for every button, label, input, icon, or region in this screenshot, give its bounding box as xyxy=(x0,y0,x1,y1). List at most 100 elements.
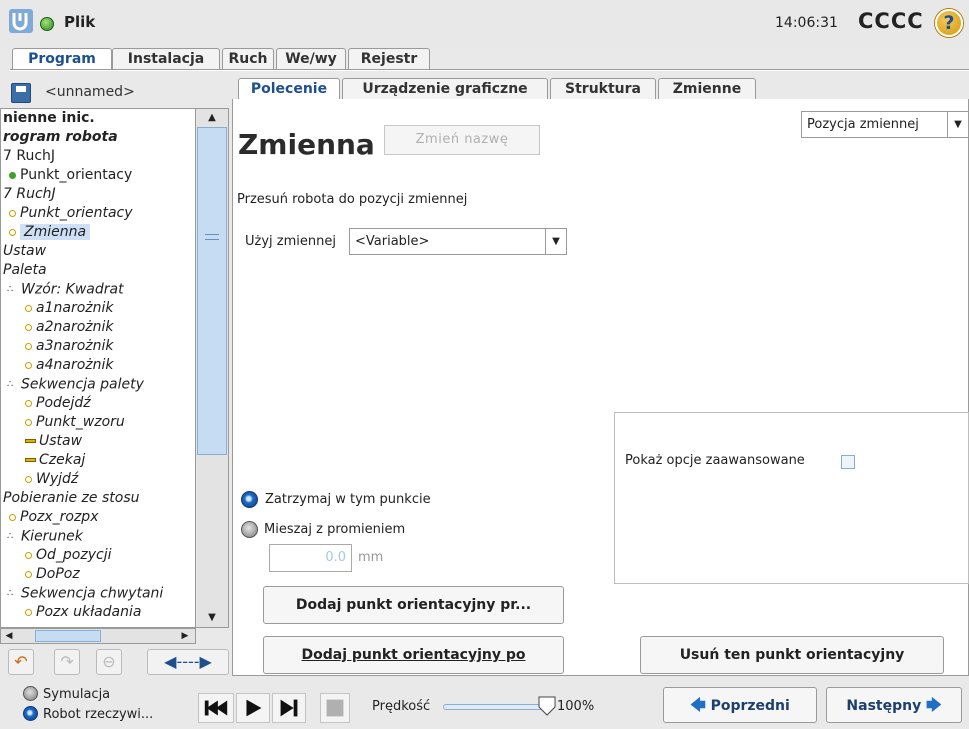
tree-item[interactable]: ∴ Sekwencja chwytani xyxy=(3,584,163,603)
remove-waypoint-button[interactable]: Usuń ten punkt orientacyjny xyxy=(640,636,944,674)
tree-item[interactable]: a1narożnik xyxy=(3,299,113,318)
tab-program[interactable]: Program xyxy=(12,48,112,71)
tree-item[interactable]: ∴ Wzór: Kwadrat xyxy=(3,280,124,299)
tree-item[interactable]: nienne inic. xyxy=(3,109,95,128)
advanced-options-box: Pokaż opcje zaawansowane xyxy=(614,412,969,584)
tab-installation[interactable]: Instalacja xyxy=(112,48,220,70)
tree-item[interactable]: DoPoz xyxy=(3,565,80,584)
tree-item[interactable]: Ustaw xyxy=(3,432,82,451)
next-button[interactable]: Następny 🡆 xyxy=(826,687,962,723)
real-robot-radio[interactable] xyxy=(23,706,38,721)
tree-vertical-scrollbar[interactable]: ▲ ▼ xyxy=(196,108,229,628)
waypoint-icon xyxy=(9,513,16,521)
tree-item[interactable]: Zmienna xyxy=(3,223,91,242)
rename-button[interactable]: Zmień nazwę xyxy=(384,125,540,155)
arrow-right-icon: 🡆 xyxy=(926,696,942,714)
blend-radius-label: Mieszaj z promieniem xyxy=(264,522,406,537)
tab-structure[interactable]: Struktura xyxy=(550,78,656,100)
tab-log[interactable]: Rejestr xyxy=(348,48,430,70)
tree-item[interactable]: Punkt_orientacy xyxy=(3,204,133,223)
tab-io[interactable]: We/wy xyxy=(276,48,346,70)
program-name: <unnamed> xyxy=(45,84,135,100)
tree-item[interactable]: Paleta xyxy=(3,261,47,280)
simulation-label: Symulacja xyxy=(43,687,111,702)
speed-label: Prędkość xyxy=(372,699,431,714)
waypoint-icon xyxy=(25,551,32,559)
file-menu[interactable]: Plik xyxy=(64,13,95,31)
status-dot-icon xyxy=(40,17,54,31)
tree-item[interactable]: ∴ Kierunek xyxy=(3,527,83,546)
set-node-icon xyxy=(25,439,36,443)
undo-icon[interactable]: ↶ xyxy=(8,649,34,675)
simulation-radio[interactable] xyxy=(23,686,38,701)
tree-item[interactable]: Podejdź xyxy=(3,394,91,413)
description-text: Przesuń robota do pozycji zmiennej xyxy=(237,192,468,207)
tree-item[interactable]: rogram robota xyxy=(3,128,118,147)
waypoint-icon xyxy=(25,361,32,369)
tree-item[interactable]: Pozx układania xyxy=(3,603,141,622)
robot-name: CCCC xyxy=(858,9,924,33)
tree-item[interactable]: Wyjdź xyxy=(3,470,78,489)
variable-select[interactable]: <Variable> ▼ xyxy=(349,228,567,255)
speed-slider-thumb-icon[interactable] xyxy=(538,696,556,716)
redo-icon[interactable]: ↷ xyxy=(54,649,80,675)
set-node-icon xyxy=(25,458,36,462)
tree-item-label: DoPoz xyxy=(36,566,80,582)
tree-item-label: Sekwencja chwytani xyxy=(21,585,164,602)
scroll-thumb[interactable] xyxy=(35,630,101,642)
variable-select-value: <Variable> xyxy=(355,234,430,249)
tab-command[interactable]: Polecenie xyxy=(238,78,340,101)
position-type-select[interactable]: Pozycja zmiennej ▼ xyxy=(801,111,969,138)
tree-item[interactable]: Ustaw xyxy=(3,242,46,261)
tree-item-label: Pozx układania xyxy=(36,604,142,620)
stop-at-point-radio[interactable] xyxy=(241,491,258,508)
move-arrows-icon[interactable]: ◀‑‑‑‑▶ xyxy=(147,649,229,675)
tree-horizontal-scrollbar[interactable]: ◀ ▶ xyxy=(0,628,196,644)
add-waypoint-before-button[interactable]: Dodaj punkt orientacyjny pr... xyxy=(263,586,564,624)
real-robot-label: Robot rzeczywi... xyxy=(43,707,154,722)
tree-item[interactable]: Od_pozycji xyxy=(3,546,111,565)
add-waypoint-after-button[interactable]: Dodaj punkt orientacyjny po xyxy=(263,636,564,674)
pattern-node-icon: ∴ xyxy=(7,379,14,390)
previous-button[interactable]: 🡄 Poprzedni xyxy=(663,687,817,723)
program-header: <unnamed> xyxy=(10,80,230,106)
tab-move[interactable]: Ruch xyxy=(222,48,274,70)
tabs-divider xyxy=(10,69,969,71)
scroll-thumb[interactable] xyxy=(197,127,227,455)
blend-radius-input[interactable]: 0.0 xyxy=(269,544,352,572)
tree-item[interactable]: 7 RuchJ xyxy=(3,185,56,204)
tree-item[interactable]: a3narożnik xyxy=(3,337,113,356)
stop-circle-icon[interactable]: ⊖ xyxy=(96,649,122,675)
tree-item[interactable]: Pobieranie ze stosu xyxy=(3,489,140,508)
advanced-options-checkbox[interactable] xyxy=(841,455,855,469)
tab-variables[interactable]: Zmienne xyxy=(658,78,756,100)
tree-item[interactable]: a2narożnik xyxy=(3,318,113,337)
play-icon[interactable] xyxy=(236,693,270,723)
chevron-down-icon[interactable]: ▼ xyxy=(947,112,968,137)
speed-slider[interactable] xyxy=(443,704,543,710)
tree-item[interactable]: a4narożnik xyxy=(3,356,113,375)
scroll-up-icon[interactable]: ▲ xyxy=(196,109,228,127)
tab-graphics[interactable]: Urządzenie graficzne xyxy=(342,78,548,100)
tree-item-label: a3narożnik xyxy=(36,338,114,354)
tree-item-label: Ustaw xyxy=(39,433,83,449)
tree-item[interactable]: 7 RuchJ xyxy=(3,147,55,166)
help-icon[interactable]: ? xyxy=(935,9,963,37)
blend-radius-radio[interactable] xyxy=(241,521,258,538)
tree-item[interactable]: Punkt_wzoru xyxy=(3,413,125,432)
scroll-down-icon[interactable]: ▼ xyxy=(196,609,228,627)
stop-icon[interactable] xyxy=(320,693,350,723)
arrow-left-icon: 🡄 xyxy=(690,696,706,714)
step-icon[interactable] xyxy=(272,693,306,723)
skip-back-icon[interactable] xyxy=(198,693,234,723)
tree-item[interactable]: ∴ Sekwencja palety xyxy=(3,375,144,394)
tree-item[interactable]: Pozx_rozpx xyxy=(3,508,98,527)
program-tree[interactable]: nienne inic. rogram robota 7 RuchJ Punkt_or… xyxy=(0,108,196,628)
scroll-right-icon[interactable]: ▶ xyxy=(177,629,193,643)
tree-item[interactable]: Czekaj xyxy=(3,451,85,470)
tree-item[interactable]: Punkt_orientacy xyxy=(3,166,132,185)
scroll-left-icon[interactable]: ◀ xyxy=(1,629,17,643)
save-icon[interactable] xyxy=(11,83,31,103)
chevron-down-icon[interactable]: ▼ xyxy=(545,229,566,254)
ur-logo-icon[interactable] xyxy=(8,8,34,34)
